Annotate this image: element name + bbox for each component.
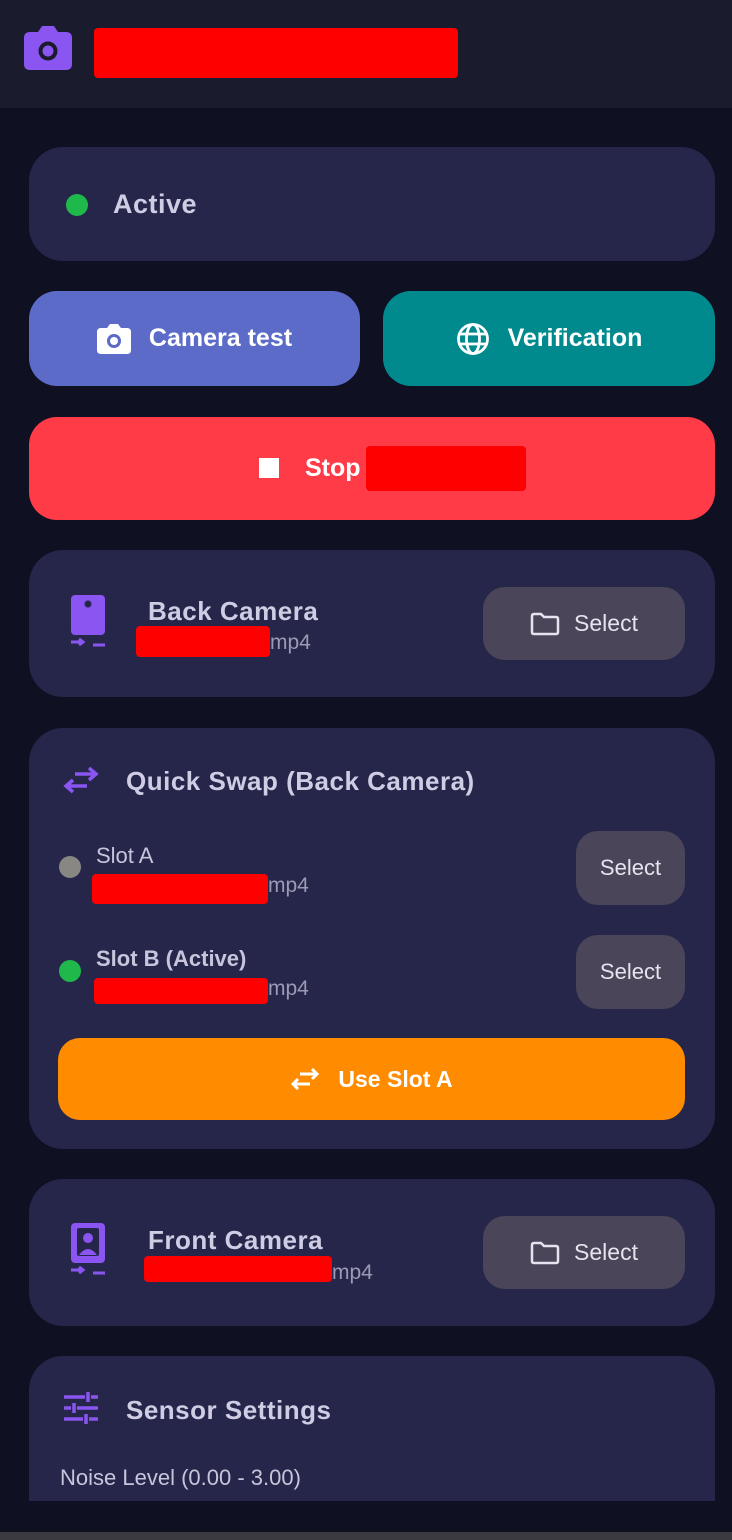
front-camera-select-label: Select [574, 1239, 638, 1265]
slot-a-file-ext: mp4 [268, 874, 309, 897]
verification-label: Verification [507, 324, 643, 352]
verification-button[interactable]: Verification [383, 291, 715, 386]
slot-b-indicator [59, 960, 81, 982]
rear-camera-icon [71, 595, 105, 647]
slot-b-select-button[interactable]: Select [576, 935, 685, 1009]
stop-label: Stop [305, 454, 361, 482]
stop-icon [259, 458, 279, 478]
redacted-slot-b-filename [94, 978, 268, 1004]
globe-icon [456, 322, 489, 355]
camera-test-label: Camera test [148, 324, 293, 352]
status-indicator [66, 194, 88, 216]
redacted-stop-target [366, 446, 526, 491]
quick-swap-card: Quick Swap (Back Camera) Slot A mp4 Sele… [29, 728, 715, 1149]
camera-icon [96, 323, 131, 354]
slot-b-label: Slot B (Active) [96, 946, 247, 971]
camera-test-button[interactable]: Camera test [29, 291, 360, 386]
slot-b-select-label: Select [599, 959, 662, 984]
sensor-settings-title: Sensor Settings [126, 1395, 332, 1425]
front-camera-icon [71, 1223, 105, 1275]
slot-b-file-ext: mp4 [268, 977, 309, 1000]
back-camera-card: Back Camera mp4 Select [29, 550, 715, 697]
front-camera-select-button[interactable]: Select [483, 1216, 685, 1289]
app-bar [0, 0, 732, 108]
quick-swap-title: Quick Swap (Back Camera) [126, 766, 475, 796]
redacted-slot-a-filename [92, 874, 268, 904]
redacted-app-title [94, 28, 458, 78]
slot-a-select-button[interactable]: Select [576, 831, 685, 905]
folder-icon [530, 1241, 560, 1264]
redacted-back-camera-filename [136, 626, 270, 657]
back-camera-select-button[interactable]: Select [483, 587, 685, 660]
front-camera-card: Front Camera mp4 Select [29, 1179, 715, 1326]
noise-level-label: Noise Level (0.00 - 3.00) [60, 1465, 301, 1490]
folder-icon [530, 612, 560, 635]
back-camera-select-label: Select [574, 610, 638, 636]
front-camera-title: Front Camera [148, 1225, 324, 1255]
slot-a-indicator [59, 856, 81, 878]
use-slot-a-label: Use Slot A [338, 1065, 453, 1092]
status-label: Active [113, 189, 198, 219]
back-camera-file-ext: mp4 [270, 631, 311, 654]
status-card: Active [29, 147, 715, 261]
swap-icon [291, 1068, 320, 1090]
screen-bottom-edge [0, 1532, 732, 1540]
use-slot-a-button[interactable]: Use Slot A [58, 1038, 685, 1120]
camera-icon [24, 26, 72, 70]
slot-a-label: Slot A [96, 843, 154, 868]
front-camera-file-ext: mp4 [332, 1261, 373, 1284]
swap-icon [63, 766, 99, 794]
slot-a-select-label: Select [599, 855, 662, 880]
redacted-front-camera-filename [144, 1256, 332, 1282]
back-camera-title: Back Camera [148, 596, 319, 626]
sliders-icon [64, 1392, 98, 1424]
sensor-settings-card: Sensor Settings Noise Level (0.00 - 3.00… [29, 1356, 715, 1501]
